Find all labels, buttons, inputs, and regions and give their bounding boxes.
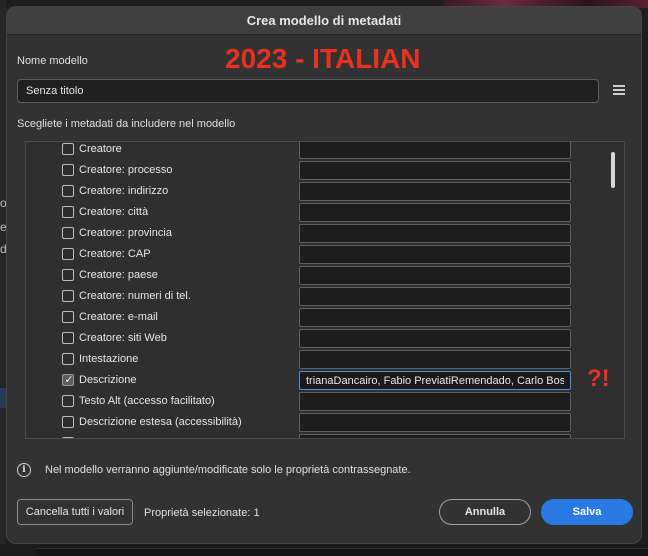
field-label: Creatore: indirizzo — [79, 185, 169, 197]
info-icon: i — [17, 463, 31, 477]
metadata-field-row: Intestazione — [26, 349, 624, 370]
metadata-field-row: Creatore: paese — [26, 265, 624, 286]
field-checkbox[interactable] — [62, 311, 74, 323]
scrollbar-thumb[interactable] — [611, 152, 615, 188]
field-checkbox[interactable] — [62, 185, 74, 197]
clear-all-values-button[interactable]: Cancella tutti i valori — [17, 499, 133, 525]
metadata-field-row: Creatore: città — [26, 202, 624, 223]
field-checkbox[interactable] — [62, 143, 74, 155]
overlay-banner: 2023 - ITALIAN — [225, 43, 421, 74]
template-name-label: Nome modello — [17, 55, 88, 67]
field-value-input[interactable] — [299, 161, 571, 180]
field-value-input[interactable] — [299, 329, 571, 348]
scrollbar[interactable] — [609, 148, 617, 432]
field-label: Creatore: città — [79, 206, 149, 218]
field-label: Creatore: siti Web — [79, 332, 167, 344]
metadata-field-row: Creatore: numeri di tel. — [26, 286, 624, 307]
metadata-field-row: Creatore: processo — [26, 160, 624, 181]
field-label: Creatore: processo — [79, 164, 173, 176]
field-checkbox[interactable] — [62, 206, 74, 218]
field-checkbox[interactable] — [62, 290, 74, 302]
menu-icon[interactable] — [613, 85, 625, 95]
info-text: Nel modello verranno aggiunte/modificate… — [45, 464, 411, 476]
metadata-field-row: Creatore — [26, 142, 624, 160]
metadata-field-row: Creatore: e-mail — [26, 307, 624, 328]
metadata-template-dialog: Crea modello di metadati Nome modello 20… — [6, 6, 642, 544]
field-checkbox[interactable] — [62, 395, 74, 407]
field-label: Creatore: paese — [79, 269, 158, 281]
field-label: Creatore — [79, 143, 122, 155]
metadata-field-row: Creatore: siti Web — [26, 328, 624, 349]
dialog-title: Crea modello di metadati — [246, 13, 402, 28]
field-value-input[interactable] — [299, 287, 571, 306]
metadata-field-row: Descrizione estesa (accessibilità) — [26, 412, 624, 433]
save-button[interactable]: Salva — [541, 499, 633, 525]
field-value-input[interactable] — [299, 203, 571, 222]
metadata-field-row: Creatore: CAP — [26, 244, 624, 265]
field-value-input[interactable] — [299, 182, 571, 201]
field-label: Creatore: provincia — [79, 227, 172, 239]
field-checkbox[interactable] — [62, 416, 74, 428]
field-value-input[interactable] — [299, 413, 571, 432]
overlay-marks: ?! — [587, 365, 610, 392]
template-name-input[interactable]: Senza titolo — [17, 79, 599, 103]
field-value-input[interactable] — [299, 350, 571, 369]
field-checkbox[interactable] — [62, 332, 74, 344]
checkmark-icon: ✓ — [64, 374, 74, 386]
field-checkbox[interactable]: ✓ — [62, 374, 74, 386]
field-value-input[interactable] — [299, 224, 571, 243]
metadata-field-row: ✓ Descrizione trianaDancairo, Fabio Previa… — [26, 370, 624, 391]
dialog-titlebar: Crea modello di metadati — [7, 7, 641, 35]
field-label: Intestazione — [79, 353, 139, 365]
field-value-input[interactable]: trianaDancairo, Fabio PreviatiRemendado,… — [299, 371, 571, 390]
metadata-field-row: Testo Alt (accesso facilitato) — [26, 391, 624, 412]
field-label: Descrizione — [79, 374, 137, 386]
metadata-field-row: Creatore: provincia — [26, 223, 624, 244]
field-label: Creatore: e-mail — [79, 311, 158, 323]
field-checkbox[interactable] — [62, 269, 74, 281]
field-label: Creatore: numeri di tel. — [79, 290, 191, 302]
metadata-field-list[interactable]: Creatore Creatore: processo Creatore: indi… — [25, 141, 625, 439]
background-bottom-bar — [0, 544, 648, 556]
field-value-input[interactable] — [299, 245, 571, 264]
field-value-input[interactable] — [299, 142, 571, 159]
instructions-text: Scegliete i metadati da includere nel mo… — [17, 118, 236, 130]
field-label: Creatore: CAP — [79, 248, 151, 260]
field-value-input[interactable] — [299, 392, 571, 411]
field-value-text: trianaDancairo, Fabio PreviatiRemendado,… — [306, 375, 564, 387]
field-value-input[interactable] — [299, 434, 571, 438]
selected-count: Proprietà selezionate: 1 — [144, 507, 260, 519]
metadata-field-row — [26, 433, 624, 438]
field-checkbox[interactable] — [62, 437, 74, 438]
field-checkbox[interactable] — [62, 227, 74, 239]
field-checkbox[interactable] — [62, 353, 74, 365]
field-label: Descrizione estesa (accessibilità) — [79, 416, 242, 428]
field-value-input[interactable] — [299, 308, 571, 327]
field-value-input[interactable] — [299, 266, 571, 285]
field-label: Testo Alt (accesso facilitato) — [79, 395, 215, 407]
cancel-button[interactable]: Annulla — [439, 499, 531, 525]
field-checkbox[interactable] — [62, 164, 74, 176]
field-checkbox[interactable] — [62, 248, 74, 260]
metadata-field-row: Creatore: indirizzo — [26, 181, 624, 202]
